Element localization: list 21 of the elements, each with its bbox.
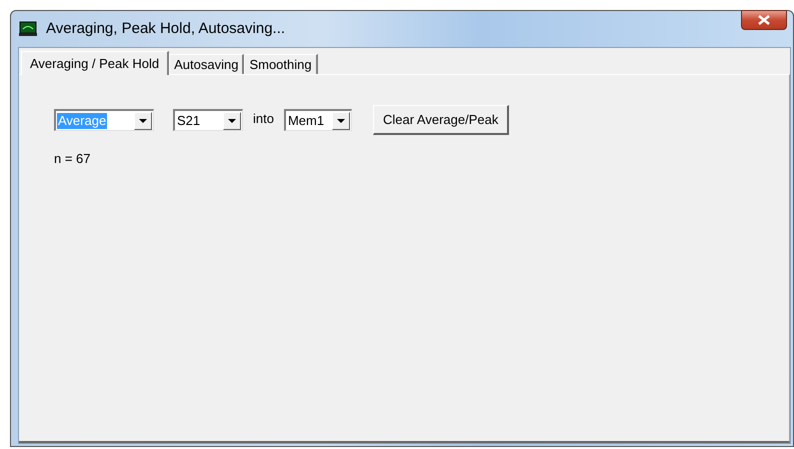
caret-icon xyxy=(139,118,147,122)
tab[interactable]: Autosaving xyxy=(169,54,244,74)
tab[interactable]: Averaging / Peak Hold xyxy=(21,51,170,75)
tab[interactable]: Smoothing xyxy=(244,54,318,74)
dropdown-arrow-button[interactable] xyxy=(332,112,350,130)
close-icon xyxy=(758,15,770,25)
dropdown-value: Mem1 xyxy=(286,112,326,128)
dropdown-value: S21 xyxy=(176,112,202,128)
dropdown[interactable]: S21 xyxy=(173,109,243,131)
dropdown[interactable]: Mem1 xyxy=(284,109,352,131)
window-title: Averaging, Peak Hold, Autosaving... xyxy=(46,18,286,39)
caret-icon xyxy=(228,118,236,122)
close-button[interactable] xyxy=(741,10,787,30)
clear-average-peak-button[interactable]: Clear Average/Peak xyxy=(372,105,510,135)
dropdown-value: Average xyxy=(57,112,108,128)
count-text: n = 67 xyxy=(54,150,92,168)
dropdown-arrow-button[interactable] xyxy=(223,112,241,130)
app-icon xyxy=(19,21,37,37)
into-label: into xyxy=(253,110,274,128)
dropdown-arrow-button[interactable] xyxy=(134,112,152,130)
caret-icon xyxy=(336,118,345,122)
